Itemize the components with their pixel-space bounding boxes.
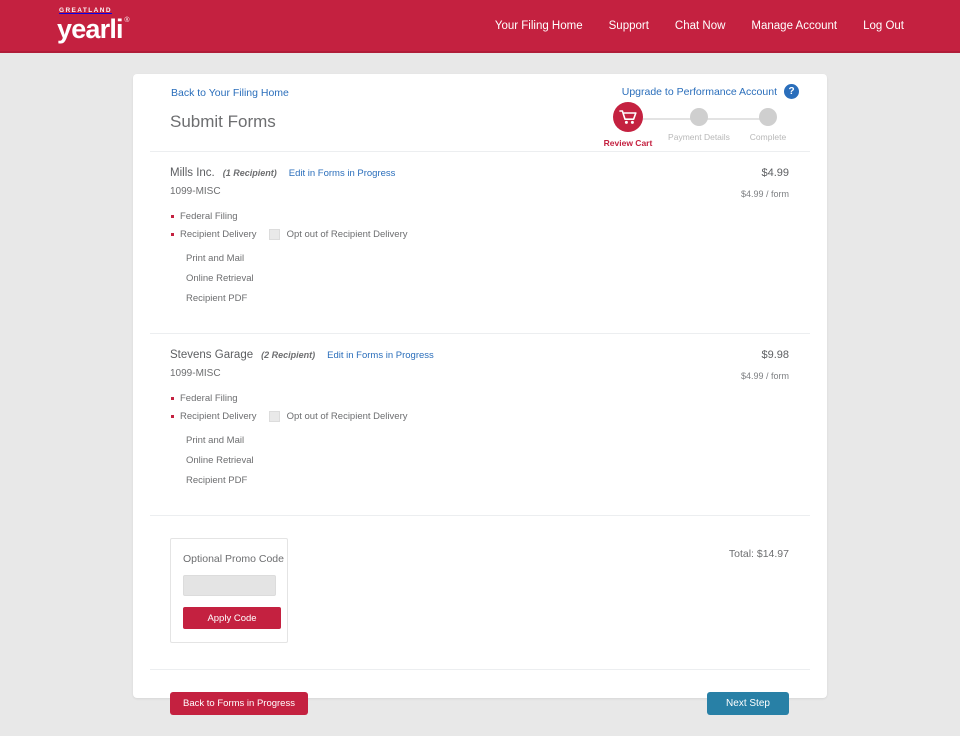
stepper-label-payment-details: Payment Details xyxy=(668,132,730,142)
cart-item: Mills Inc. (1 Recipient) Edit in Forms i… xyxy=(133,152,827,333)
step-dot-icon xyxy=(690,108,708,126)
option-label: Federal Filing xyxy=(180,211,238,222)
nav-item-manage-account[interactable]: Manage Account xyxy=(751,20,837,32)
cart-item-unit-price: $4.99 / form xyxy=(740,371,789,381)
cart-item-name: Stevens Garage xyxy=(170,349,254,361)
list-item: Print and Mail xyxy=(186,435,245,446)
edit-in-forms-in-progress-link[interactable]: Edit in Forms in Progress xyxy=(289,168,396,179)
edit-in-forms-in-progress-link[interactable]: Edit in Forms in Progress xyxy=(327,350,434,361)
list-item: Print and Mail xyxy=(186,253,245,264)
list-item: Online Retrieval xyxy=(186,273,254,284)
cart-item-options: Federal Filing Recipient Delivery Opt ou… xyxy=(170,393,789,486)
card-footer: Back to Forms in Progress Next Step xyxy=(133,670,827,736)
step-dot-icon xyxy=(759,108,777,126)
bullet-icon xyxy=(171,397,174,400)
list-item: Online Retrieval xyxy=(186,455,254,466)
opt-out-checkbox[interactable] xyxy=(268,411,280,422)
shopping-cart-icon xyxy=(613,102,643,132)
logo-wordmark: yearli xyxy=(57,13,124,44)
option-recipient-delivery: Recipient Delivery Opt out of Recipient … xyxy=(170,229,789,240)
promo-code-input[interactable] xyxy=(183,575,276,596)
upgrade-to-performance-account-link[interactable]: Upgrade to Performance Account xyxy=(622,86,777,98)
cart-item-options: Federal Filing Recipient Delivery Opt ou… xyxy=(170,211,789,304)
cart-item: Stevens Garage (2 Recipient) Edit in For… xyxy=(133,334,827,515)
nav-item-chat-now[interactable]: Chat Now xyxy=(675,20,726,32)
list-item: Recipient PDF xyxy=(186,475,248,486)
option-label: Recipient Delivery xyxy=(180,229,257,240)
cart-item-recipient-count: (1 Recipient) xyxy=(222,168,277,178)
opt-out-label: Opt out of Recipient Delivery xyxy=(286,411,408,422)
cart-total: Total: $14.97 xyxy=(728,548,789,560)
back-to-forms-in-progress-button[interactable]: Back to Forms in Progress xyxy=(170,692,308,715)
promo-code-box: Optional Promo Code Apply Code xyxy=(170,538,288,643)
cart-item-price: $4.99 xyxy=(761,167,789,179)
cart-item-form-type: 1099-MISC xyxy=(170,186,221,197)
option-federal-filing: Federal Filing xyxy=(170,393,789,404)
logo-yearli-text: yearli ® xyxy=(57,13,130,44)
page-title: Submit Forms xyxy=(170,112,276,131)
card-header: Back to Your Filing Home Submit Forms Up… xyxy=(133,74,827,151)
bullet-icon xyxy=(171,415,174,418)
stepper-step-payment-details[interactable]: Payment Details xyxy=(666,102,732,142)
option-label: Federal Filing xyxy=(180,393,238,404)
submit-forms-card: Back to Your Filing Home Submit Forms Up… xyxy=(133,74,827,715)
main-nav: Your Filing Home Support Chat Now Manage… xyxy=(495,20,904,32)
opt-out-label: Opt out of Recipient Delivery xyxy=(286,229,408,240)
help-question-icon[interactable]: ? xyxy=(784,84,799,99)
cart-item-recipient-count: (2 Recipient) xyxy=(261,350,316,360)
cart-item-name: Mills Inc. xyxy=(170,167,215,179)
cart-item-header: Stevens Garage (2 Recipient) Edit in For… xyxy=(170,349,789,361)
option-federal-filing: Federal Filing xyxy=(170,211,789,222)
back-to-filing-home-link[interactable]: Back to Your Filing Home xyxy=(171,87,289,99)
delivery-method-list: Print and Mail Online Retrieval Recipien… xyxy=(186,435,789,486)
stepper-step-complete[interactable]: Complete xyxy=(735,102,801,142)
promo-code-label: Optional Promo Code xyxy=(183,553,284,565)
cart-item-unit-price: $4.99 / form xyxy=(740,189,789,199)
next-step-button[interactable]: Next Step xyxy=(707,692,789,715)
stepper-step-review-cart[interactable]: Review Cart xyxy=(595,102,661,148)
delivery-method-list: Print and Mail Online Retrieval Recipien… xyxy=(186,253,789,304)
option-recipient-delivery: Recipient Delivery Opt out of Recipient … xyxy=(170,411,789,422)
site-header: GREATLAND yearli ® Your Filing Home Supp… xyxy=(0,0,960,53)
yearli-logo[interactable]: GREATLAND yearli ® xyxy=(57,8,130,44)
promo-section: Optional Promo Code Apply Code Total: $1… xyxy=(133,516,827,669)
stepper-label-complete: Complete xyxy=(749,132,787,142)
cart-item-price: $9.98 xyxy=(761,349,789,361)
option-label: Recipient Delivery xyxy=(180,411,257,422)
checkout-progress-stepper: Review Cart Payment Details Complete xyxy=(601,102,801,150)
cart-item-form-type: 1099-MISC xyxy=(170,368,221,379)
cart-item-header: Mills Inc. (1 Recipient) Edit in Forms i… xyxy=(170,167,789,179)
list-item: Recipient PDF xyxy=(186,293,248,304)
opt-out-checkbox[interactable] xyxy=(268,229,280,240)
nav-item-support[interactable]: Support xyxy=(609,20,649,32)
apply-code-button[interactable]: Apply Code xyxy=(183,607,281,629)
bullet-icon xyxy=(171,233,174,236)
registered-trademark-icon: ® xyxy=(124,16,129,24)
nav-item-your-filing-home[interactable]: Your Filing Home xyxy=(495,20,583,32)
nav-item-log-out[interactable]: Log Out xyxy=(863,20,904,32)
bullet-icon xyxy=(171,215,174,218)
stepper-label-review-cart: Review Cart xyxy=(603,138,653,148)
